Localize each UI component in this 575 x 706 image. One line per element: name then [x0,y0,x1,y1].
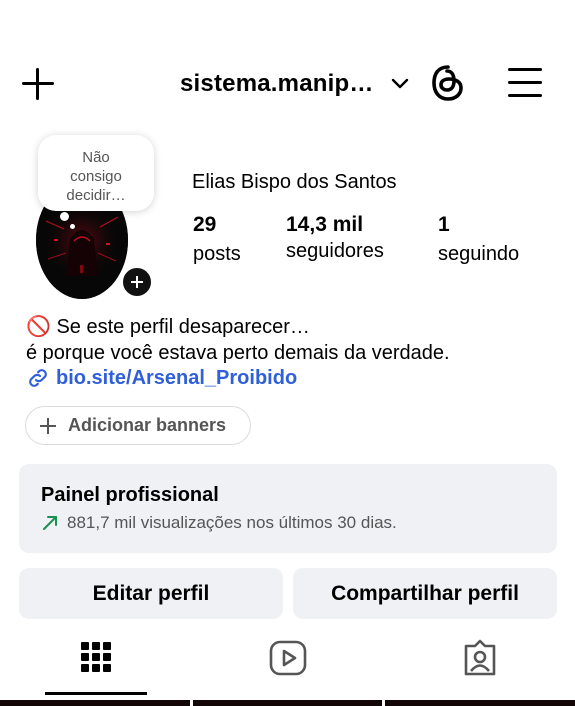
reels-icon[interactable] [268,638,308,678]
bio-link[interactable]: bio.site/Arsenal_Proibido [26,366,297,390]
note-line: Não [82,149,110,166]
trend-up-icon [43,516,57,530]
add-banners-label: Adicionar banners [68,415,227,435]
professional-dashboard[interactable]: Painel profissional 881,7 mil visualizaç… [19,464,557,553]
edit-profile-button[interactable]: Editar perfil [19,568,283,619]
bio-line: 🚫 Se este perfil desaparecer… [26,316,310,338]
profile-note[interactable]: Não consigo decidir… [38,135,154,211]
share-profile-button[interactable]: Compartilhar perfil [293,568,557,619]
post-thumbnail[interactable] [0,700,190,706]
grid-icon[interactable] [76,638,116,678]
profile-tabs [0,630,575,696]
stat-value: 29 [193,213,217,236]
post-thumbnail[interactable] [385,700,575,706]
stat-label: posts [193,243,241,265]
stat-label: seguindo [438,243,520,265]
add-banners-button[interactable]: Adicionar banners [25,406,251,445]
stat-followers[interactable]: 14,3 mil seguidores [286,213,384,263]
chevron-down-icon[interactable] [390,74,410,94]
tagged-icon[interactable] [460,638,500,678]
full-name: Elias Bispo dos Santos [192,171,397,193]
posts-grid [0,700,575,706]
bio-line: é porque você estava perto demais da ver… [26,342,450,364]
dashboard-subtitle-text: 881,7 mil visualizações nos últimos 30 d… [67,513,397,532]
top-bar: sistema.manip… [0,58,575,108]
stat-value: 1 [438,213,450,236]
note-line: decidir… [66,187,126,204]
profile-username[interactable]: sistema.manip… [180,70,374,98]
link-icon [29,369,47,387]
active-tab-indicator [45,692,147,695]
post-thumbnail[interactable] [192,700,383,706]
stat-label: seguidores [286,240,384,262]
stat-posts[interactable]: 29 posts [193,213,241,266]
note-line: consigo [70,168,122,185]
plus-icon [40,417,56,434]
note-tail [70,224,75,229]
stat-following[interactable]: 1 seguindo [438,213,519,266]
hamburger-menu-icon[interactable] [508,68,542,98]
create-plus-icon[interactable] [20,66,56,102]
dashboard-subtitle: 881,7 mil visualizações nos últimos 30 d… [41,513,557,533]
bio-link-text[interactable]: bio.site/Arsenal_Proibido [56,367,297,390]
stat-value: 14,3 mil [286,213,364,236]
bio: 🚫 Se este perfil desaparecer… é porque v… [26,314,556,366]
add-story-icon[interactable] [120,265,154,299]
note-tail [60,212,69,221]
threads-icon[interactable] [430,64,466,102]
dashboard-title: Painel profissional [41,484,219,506]
